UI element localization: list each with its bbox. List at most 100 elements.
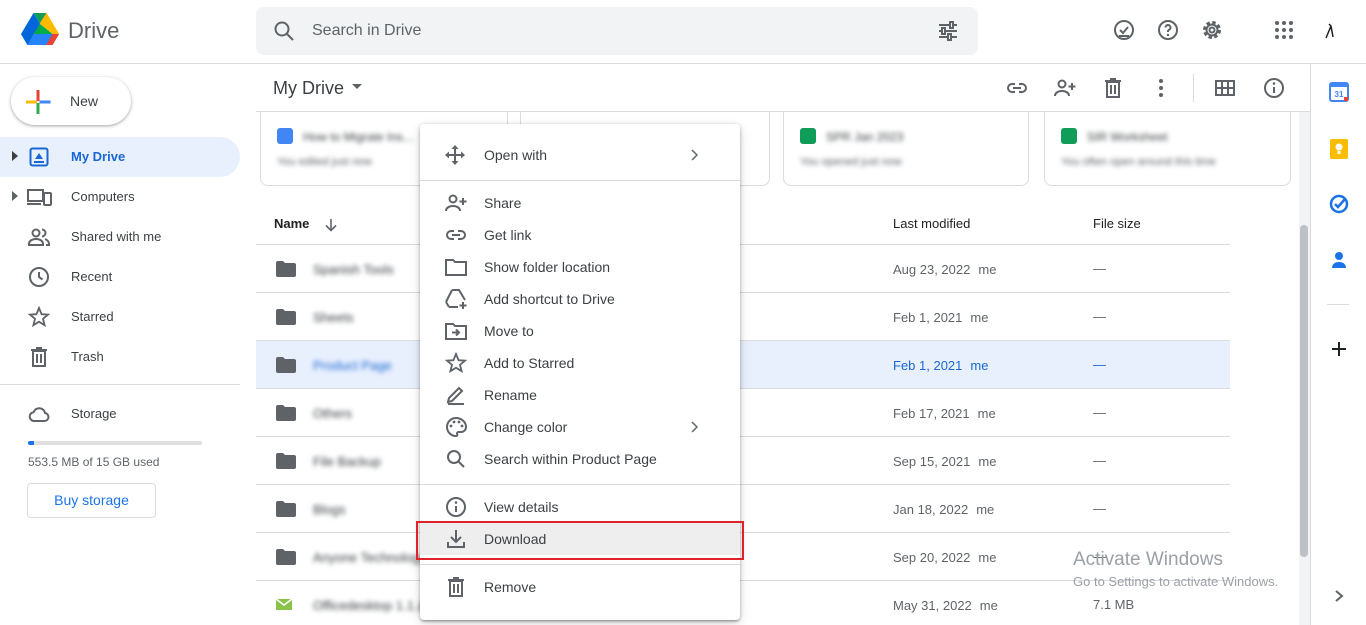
watermark-subtitle: Go to Settings to activate Windows. [1073,574,1279,589]
buy-storage-button[interactable]: Buy storage [27,483,156,518]
column-header-name[interactable]: Name [274,216,309,231]
menu-item-label: Download [484,531,547,547]
suggested-card[interactable]: SIR Worksheet You often open around this… [1044,112,1291,186]
menu-item-open-with[interactable]: Open with [420,139,740,171]
modified-date: Sep 15, 2021 me [893,454,997,469]
tasks-icon[interactable] [1329,194,1349,214]
search-bar[interactable] [256,7,978,55]
get-link-icon[interactable] [1005,76,1029,100]
file-size: — [1093,309,1106,324]
link-icon [446,230,466,240]
chevron-down-icon[interactable] [352,84,362,90]
table-row-selected[interactable]: Product Page Feb 1, 2021 me — [256,341,1230,389]
plus-icon [26,90,51,114]
file-size: 7.1 MB [1093,597,1135,612]
file-size: — [1093,405,1106,420]
app-name[interactable]: Drive [68,18,119,44]
sidebar-item-label: Computers [71,189,135,204]
chevron-right-icon [691,149,698,161]
table-row[interactable]: Spanish Tools Aug 23, 2022 me — [256,245,1230,293]
info-icon [446,497,466,517]
folder-icon [276,261,296,277]
sidebar-item-computers[interactable]: Computers [0,177,240,217]
add-icon[interactable] [1329,339,1349,359]
activate-windows-watermark: Activate Windows Go to Settings to activ… [1073,549,1278,589]
info-icon[interactable] [1262,76,1286,100]
search-input[interactable] [312,7,912,55]
column-header-last-modified[interactable]: Last modified [893,216,970,231]
sidebar-item-recent[interactable]: Recent [0,257,240,297]
sidebar-item-shared-with-me[interactable]: Shared with me [0,217,240,257]
menu-item-label: Move to [484,323,534,339]
sort-arrow-icon[interactable] [324,218,338,232]
sidebar-item-trash[interactable]: Trash [0,337,240,377]
expand-caret-icon[interactable] [11,191,19,201]
menu-divider [420,484,740,485]
share-icon[interactable] [1053,76,1077,100]
menu-item-add-to-starred[interactable]: Add to Starred [420,347,740,379]
file-name: Others [313,406,353,421]
menu-item-get-link[interactable]: Get link [420,219,740,251]
file-size: — [1093,357,1106,372]
sidebar-item-label: Trash [71,349,104,364]
context-menu: Open with Share Get link Show folder loc… [420,124,740,620]
menu-item-view-details[interactable]: View details [420,491,740,523]
side-panel: 31 [1310,64,1366,625]
table-row[interactable]: Sheets Feb 1, 2021 me — [256,293,1230,341]
offline-ready-icon[interactable] [1112,18,1136,42]
modified-date: Feb 17, 2021 me [893,406,996,421]
column-header-file-size[interactable]: File size [1093,216,1141,231]
menu-item-share[interactable]: Share [420,187,740,219]
scrollbar[interactable] [1299,112,1310,625]
drive-logo-icon[interactable] [21,13,59,47]
help-icon[interactable] [1156,18,1180,42]
storage-label: Storage [71,406,117,421]
cloud-icon [28,407,50,422]
scrollbar-thumb[interactable] [1300,225,1308,557]
menu-item-rename[interactable]: Rename [420,379,740,411]
table-row[interactable]: Blogs Jan 18, 2022 me — [256,485,1230,533]
menu-item-remove[interactable]: Remove [420,571,740,603]
computers-icon [27,189,52,206]
sidebar-item-storage[interactable]: Storage [0,394,240,434]
expand-chevron-icon[interactable] [1333,589,1345,603]
menu-item-show-folder-location[interactable]: Show folder location [420,251,740,283]
sidebar-item-starred[interactable]: Starred [0,297,240,337]
contacts-icon[interactable] [1329,250,1349,270]
shared-icon [28,228,50,246]
chevron-right-icon [691,421,698,433]
palette-icon [446,416,468,438]
doc-icon [277,128,293,144]
pencil-icon [446,386,464,405]
sidebar-item-label: Starred [71,309,114,324]
menu-item-add-shortcut[interactable]: Add shortcut to Drive [420,283,740,315]
menu-item-label: Change color [484,419,568,435]
settings-icon[interactable] [1200,18,1224,42]
more-icon[interactable] [1149,76,1173,100]
search-options-icon[interactable] [936,19,960,43]
menu-item-move-to[interactable]: Move to [420,315,740,347]
menu-item-search-within[interactable]: Search within Product Page [420,443,740,475]
folder-icon [276,501,296,517]
suggested-card[interactable]: SPR Jan 2023 You opened just now [783,112,1029,186]
grid-view-icon[interactable] [1213,76,1237,100]
apps-grid-icon[interactable] [1272,18,1296,42]
menu-item-label: View details [484,499,559,515]
menu-item-change-color[interactable]: Change color [420,411,740,443]
table-row[interactable]: File Backup Sep 15, 2021 me — [256,437,1230,485]
new-button[interactable]: New [11,77,131,125]
page-title[interactable]: My Drive [273,78,344,99]
expand-caret-icon[interactable] [11,151,19,161]
account-avatar[interactable] [1322,18,1336,42]
calendar-icon[interactable]: 31 [1329,82,1349,102]
modified-date: Sep 20, 2022 me [893,550,997,565]
sidebar-item-my-drive[interactable]: My Drive [0,137,240,177]
table-row[interactable]: Others Feb 17, 2021 me — [256,389,1230,437]
search-icon[interactable] [272,19,296,43]
modified-date: Jan 18, 2022 me [893,502,995,517]
trash-icon[interactable] [1101,76,1125,100]
app-header: Drive [0,0,1366,64]
file-name: Sheets [313,310,354,325]
keep-icon[interactable] [1329,138,1349,160]
menu-item-download[interactable]: Download [420,523,740,555]
